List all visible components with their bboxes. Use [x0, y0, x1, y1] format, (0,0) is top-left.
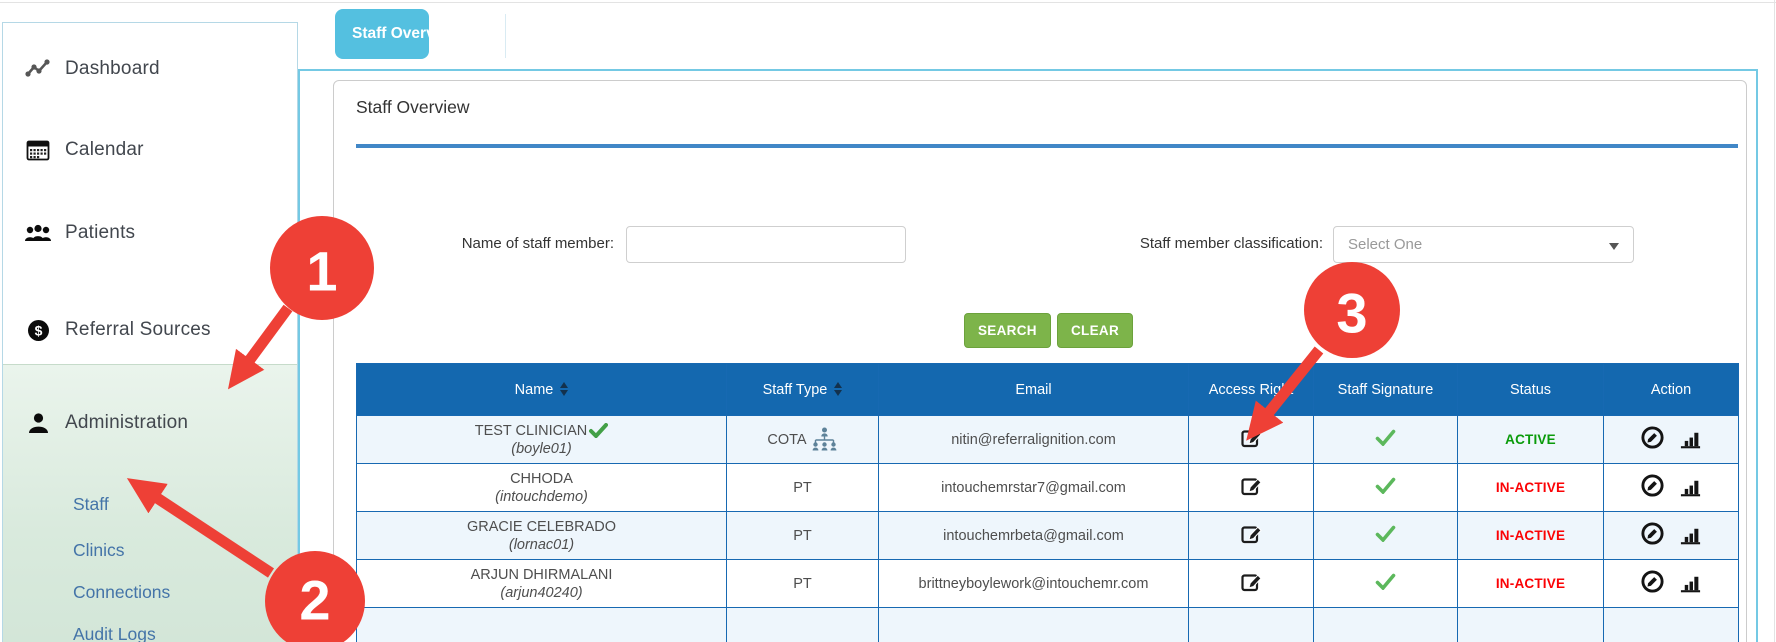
- edit-staff-icon[interactable]: [1640, 521, 1665, 546]
- staff-name: TEST CLINICIAN: [475, 423, 588, 439]
- verified-check-icon: [589, 423, 608, 438]
- edit-access-right-icon[interactable]: [1239, 474, 1263, 498]
- chevron-down-icon: [1609, 243, 1619, 250]
- org-chart-icon: [811, 426, 838, 453]
- table-row: CHHODA (intouchdemo) PT: [357, 464, 1739, 512]
- staff-table: Name Staff Type Email Access Right Staff…: [356, 363, 1739, 642]
- column-header-staff-signature: Staff Signature: [1314, 364, 1458, 416]
- stats-bar-chart-icon[interactable]: [1679, 524, 1702, 546]
- sort-icon: [834, 382, 842, 396]
- name-field-label: Name of staff member:: [374, 235, 614, 252]
- edit-staff-icon[interactable]: [1640, 425, 1665, 450]
- heading-underline: [356, 144, 1738, 148]
- staff-type: PT: [793, 528, 812, 544]
- classification-selected-value: Select One: [1348, 236, 1422, 253]
- line-chart-icon: [23, 56, 53, 82]
- staff-name: CHHODA: [510, 471, 573, 487]
- staff-username: (lornac01): [361, 536, 722, 554]
- svg-text:$: $: [34, 322, 42, 338]
- staff-email: brittneyboylework@intouchemr.com: [879, 560, 1189, 608]
- sidebar-item-label: Administration: [65, 412, 188, 434]
- edit-access-right-icon[interactable]: [1239, 426, 1263, 450]
- sidebar-subitem-connections[interactable]: Connections: [73, 582, 170, 603]
- staff-username: (arjun40240): [361, 584, 722, 602]
- stats-bar-chart-icon[interactable]: [1679, 428, 1702, 450]
- staff-type: PT: [793, 480, 812, 496]
- calendar-icon: [23, 137, 53, 163]
- table-row-partial: [357, 608, 1739, 642]
- staff-username: (boyle01): [361, 440, 722, 458]
- tabstrip-divider: [505, 14, 506, 58]
- sort-icon: [560, 382, 568, 396]
- dollar-circle-icon: $: [23, 317, 53, 343]
- column-header-access-right: Access Right: [1189, 364, 1314, 416]
- staff-username: (intouchdemo): [361, 488, 722, 506]
- sidebar: Dashboard Calendar: [2, 22, 298, 642]
- stats-bar-chart-icon[interactable]: [1679, 476, 1702, 498]
- sidebar-item-label: Dashboard: [65, 58, 160, 80]
- person-icon: [23, 410, 53, 436]
- table-row: GRACIE CELEBRADO (lornac01) PT: [357, 512, 1739, 560]
- edit-staff-icon[interactable]: [1640, 473, 1665, 498]
- window-top-border: [0, 2, 1776, 3]
- sidebar-item-label: Calendar: [65, 139, 144, 161]
- sidebar-subitem-staff[interactable]: Staff: [73, 494, 109, 515]
- column-header-action: Action: [1604, 364, 1739, 416]
- tab-label: Staff Overview: [352, 25, 460, 43]
- sidebar-item-label: Referral Sources: [65, 319, 211, 341]
- sidebar-subitem-audit-logs[interactable]: Audit Logs: [73, 624, 156, 642]
- page-title: Staff Overview: [356, 97, 469, 118]
- table-row: ARJUN DHIRMALANI (arjun40240) PT: [357, 560, 1739, 608]
- column-header-email: Email: [879, 364, 1189, 416]
- staff-email: intouchemrstar7@gmail.com: [879, 464, 1189, 512]
- status-badge: IN-ACTIVE: [1496, 576, 1565, 591]
- staff-name: ARJUN DHIRMALANI: [471, 567, 613, 583]
- signature-check-icon: [1375, 525, 1396, 542]
- column-header-name[interactable]: Name: [357, 364, 727, 416]
- column-header-status: Status: [1458, 364, 1604, 416]
- edit-staff-icon[interactable]: [1640, 569, 1665, 594]
- sidebar-item-referral-sources[interactable]: $ Referral Sources: [3, 315, 297, 345]
- staff-type: COTA: [767, 432, 806, 448]
- users-icon: [23, 220, 53, 246]
- sidebar-item-patients[interactable]: Patients: [3, 218, 297, 248]
- column-header-staff-type[interactable]: Staff Type: [727, 364, 879, 416]
- staff-name: GRACIE CELEBRADO: [467, 519, 616, 535]
- edit-access-right-icon[interactable]: [1239, 522, 1263, 546]
- administration-section: Administration Staff Clinics Connections…: [3, 364, 297, 642]
- signature-check-icon: [1375, 573, 1396, 590]
- sidebar-item-calendar[interactable]: Calendar: [3, 135, 297, 165]
- classification-field-label: Staff member classification:: [1041, 235, 1323, 252]
- sidebar-subitem-clinics[interactable]: Clinics: [73, 540, 125, 561]
- tab-staff-overview[interactable]: Staff Overview: [335, 9, 429, 59]
- staff-email: nitin@referralignition.com: [879, 416, 1189, 464]
- staff-overview-card: Staff Overview Name of staff member: Sta…: [333, 80, 1747, 642]
- table-row: TEST CLINICIAN (boyle01) COTA: [357, 416, 1739, 464]
- sidebar-item-administration[interactable]: Administration: [3, 408, 297, 438]
- status-badge: IN-ACTIVE: [1496, 528, 1565, 543]
- status-badge: IN-ACTIVE: [1496, 480, 1565, 495]
- sidebar-item-label: Patients: [65, 222, 135, 244]
- staff-email: intouchemrbeta@gmail.com: [879, 512, 1189, 560]
- classification-select[interactable]: Select One: [1333, 226, 1634, 263]
- window-right-border: [1774, 0, 1775, 642]
- sidebar-item-dashboard[interactable]: Dashboard: [3, 54, 297, 84]
- staff-type: PT: [793, 576, 812, 592]
- status-badge: ACTIVE: [1505, 432, 1556, 447]
- signature-check-icon: [1375, 477, 1396, 494]
- staff-name-input[interactable]: [626, 226, 906, 263]
- page: Dashboard Calendar: [0, 0, 1776, 642]
- edit-access-right-icon[interactable]: [1239, 570, 1263, 594]
- search-button[interactable]: SEARCH: [964, 313, 1051, 348]
- signature-check-icon: [1375, 429, 1396, 446]
- clear-button[interactable]: CLEAR: [1057, 313, 1133, 348]
- table-header-row: Name Staff Type Email Access Right Staff…: [357, 364, 1739, 416]
- stats-bar-chart-icon[interactable]: [1679, 572, 1702, 594]
